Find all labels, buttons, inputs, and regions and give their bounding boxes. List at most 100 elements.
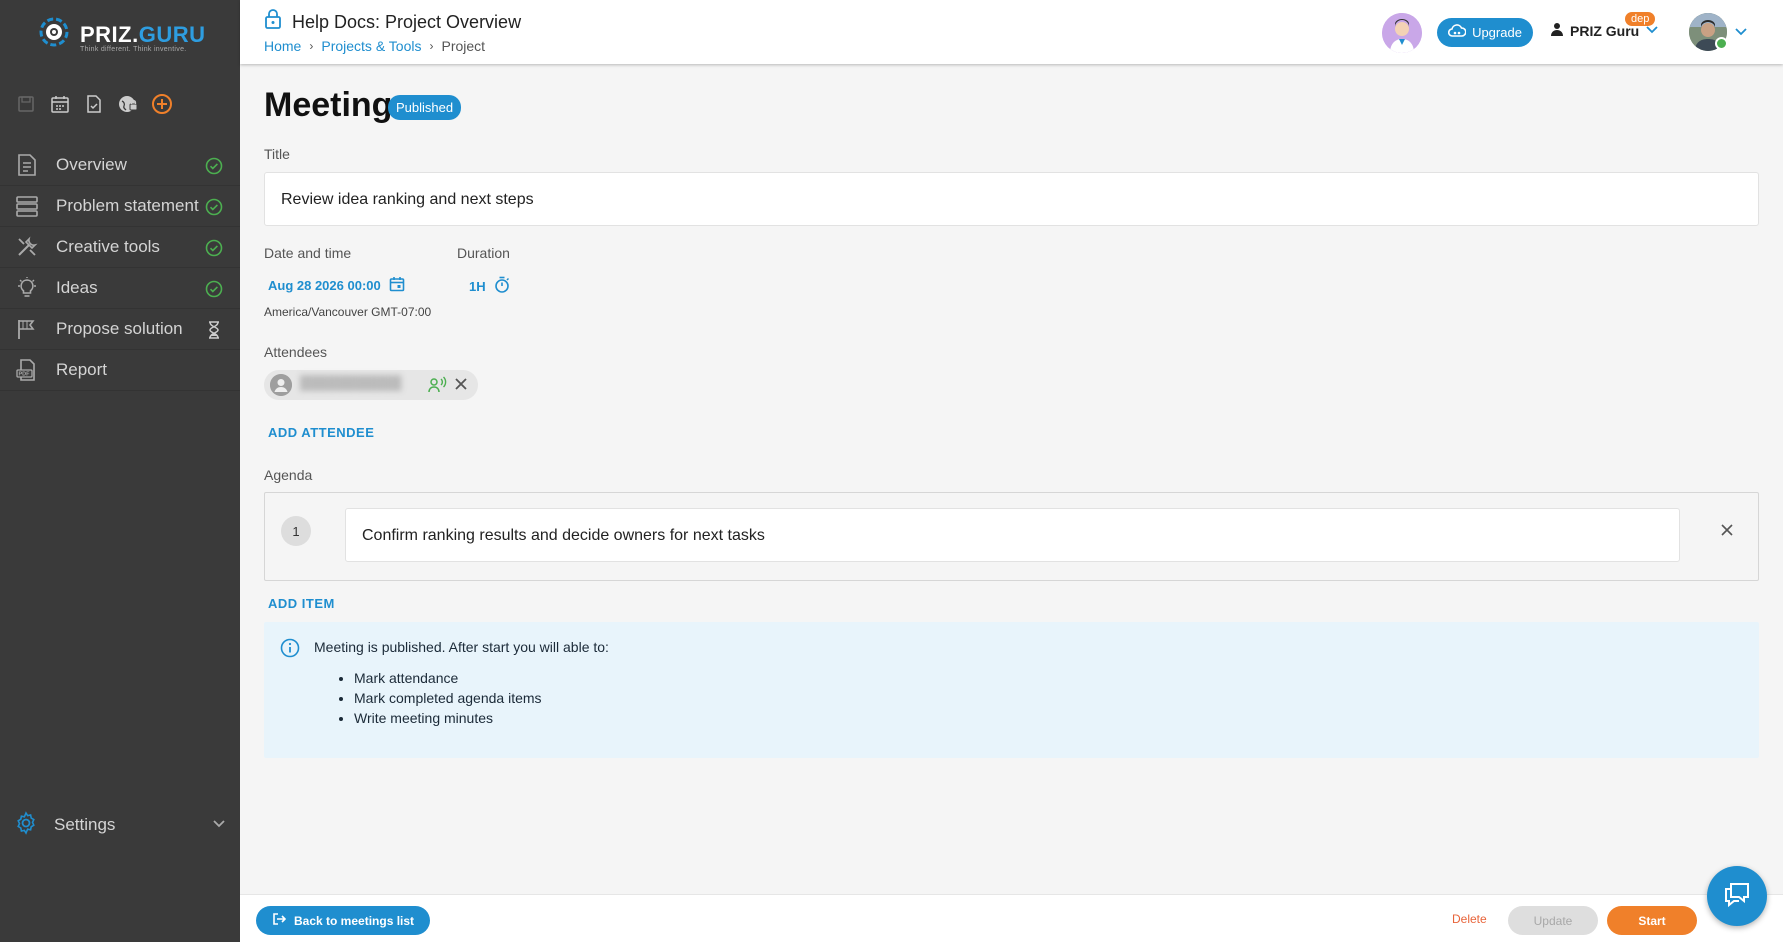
gear-icon: [14, 810, 38, 840]
env-badge: dep: [1625, 12, 1656, 26]
list-item: Write meeting minutes: [354, 708, 542, 728]
duration-picker[interactable]: 1H: [469, 276, 510, 296]
person-avatar-icon: [270, 374, 292, 396]
meeting-form: Meeting Published Title Review idea rank…: [240, 64, 1783, 894]
agenda-item-number: 1: [281, 516, 311, 546]
agenda-label: Agenda: [264, 467, 313, 483]
add-item-button[interactable]: ADD ITEM: [268, 596, 335, 611]
sidebar-item-creative-tools[interactable]: Creative tools: [0, 227, 240, 268]
delete-button[interactable]: Delete: [1452, 912, 1487, 926]
title-input[interactable]: Review idea ranking and next steps: [264, 172, 1759, 226]
chevron-right-icon: ›: [429, 39, 434, 53]
check-circle-icon: [204, 279, 224, 299]
flag-icon: [14, 316, 40, 342]
sidebar-item-report[interactable]: PDF Report: [0, 350, 240, 391]
list-item: Mark attendance: [354, 668, 542, 688]
timezone: America/Vancouver GMT-07:00: [264, 305, 432, 319]
action-bar: Back to meetings list Delete Update Star…: [240, 894, 1783, 942]
lock-icon: [264, 8, 282, 35]
task-doc-icon[interactable]: [82, 92, 106, 116]
chevron-down-icon[interactable]: [212, 816, 226, 835]
person-icon: [1550, 22, 1564, 39]
lightbulb-icon: [14, 275, 40, 301]
list-item: Mark completed agenda items: [354, 688, 542, 708]
quick-actions: [14, 92, 174, 116]
start-button[interactable]: Start: [1607, 906, 1697, 935]
breadcrumb: Home › Projects & Tools › Project: [264, 38, 485, 54]
tools-icon: [14, 234, 40, 260]
duration-value: 1H: [469, 278, 486, 294]
timer-icon: [494, 276, 510, 296]
logo-tagline: Think different. Think inventive.: [80, 46, 187, 53]
globe-lock-icon[interactable]: [116, 92, 140, 116]
sidebar-item-label: Creative tools: [56, 237, 160, 256]
check-circle-icon: [204, 156, 224, 176]
sidebar-item-label: Problem statement: [56, 196, 199, 215]
title-label: Title: [264, 146, 290, 162]
voice-icon[interactable]: [428, 376, 448, 399]
close-icon[interactable]: [454, 377, 468, 396]
check-circle-icon: [204, 197, 224, 217]
attendee-name: ███████████: [300, 375, 402, 390]
chat-button[interactable]: [1707, 866, 1767, 926]
update-button[interactable]: Update: [1508, 906, 1598, 935]
sidebar-item-label: Overview: [56, 155, 127, 174]
upgrade-label: Upgrade: [1472, 25, 1522, 40]
datetime-picker[interactable]: Aug 28 2026 00:00: [268, 276, 405, 295]
sidebar-item-label: Propose solution: [56, 319, 183, 338]
chevron-right-icon: ›: [309, 39, 314, 53]
agenda-list: 1 Confirm ranking results and decide own…: [264, 492, 1759, 581]
sidebar-item-settings[interactable]: Settings: [14, 810, 226, 840]
datetime-label: Date and time: [264, 245, 352, 261]
online-status-icon: [1715, 37, 1728, 50]
calendar-icon[interactable]: [48, 92, 72, 116]
logo-text: PRIZ.GURU: [80, 22, 206, 47]
datetime-value: Aug 28 2026 00:00: [268, 278, 381, 293]
back-label: Back to meetings list: [294, 913, 415, 928]
breadcrumb-current: Project: [441, 38, 486, 54]
breadcrumb-projects[interactable]: Projects & Tools: [321, 38, 421, 54]
sidebar-item-propose-solution[interactable]: Propose solution: [0, 309, 240, 350]
agenda-item-input[interactable]: Confirm ranking results and decide owner…: [345, 508, 1680, 562]
attendees-label: Attendees: [264, 344, 328, 360]
add-circle-icon[interactable]: [150, 92, 174, 116]
status-badge: Published: [388, 95, 462, 120]
sidebar-item-label: Ideas: [56, 278, 98, 297]
back-to-meetings-button[interactable]: Back to meetings list: [256, 906, 431, 935]
sidebar-item-problem-statement[interactable]: Problem statement: [0, 186, 240, 227]
top-bar: Help Docs: Project Overview Home › Proje…: [240, 0, 1783, 64]
settings-label: Settings: [54, 815, 116, 834]
sidebar: PRIZ.GURU Think different. Think inventi…: [0, 0, 240, 942]
close-icon[interactable]: [1720, 523, 1734, 542]
logo[interactable]: PRIZ.GURU Think different. Think inventi…: [36, 10, 216, 56]
breadcrumb-home[interactable]: Home: [264, 38, 301, 54]
exit-icon: [272, 912, 287, 929]
sidebar-item-label: Report: [56, 360, 108, 379]
logo-icon: [39, 17, 69, 47]
assistant-avatar[interactable]: [1382, 13, 1422, 53]
calendar-icon: [389, 276, 405, 295]
meeting-heading: Meeting: [264, 86, 393, 124]
hourglass-icon: [204, 320, 224, 340]
info-text: Meeting is published. After start you wi…: [314, 639, 609, 655]
check-circle-icon: [204, 238, 224, 258]
chat-icon: [1722, 879, 1752, 914]
upgrade-button[interactable]: Upgrade: [1437, 18, 1533, 47]
info-banner: Meeting is published. After start you wi…: [264, 622, 1759, 758]
page-title: Help Docs: Project Overview: [292, 12, 522, 32]
chevron-down-icon[interactable]: [1734, 24, 1748, 43]
attendee-chip[interactable]: ███████████: [264, 370, 478, 400]
pdf-icon: PDF: [14, 357, 40, 383]
duration-label: Duration: [457, 245, 510, 261]
stack-icon: [14, 193, 40, 219]
document-icon: [14, 152, 40, 178]
sidebar-item-ideas[interactable]: Ideas: [0, 268, 240, 309]
sidebar-item-overview[interactable]: Overview: [0, 145, 240, 186]
info-list: Mark attendance Mark completed agenda it…: [354, 668, 542, 728]
info-icon: [280, 638, 300, 663]
save-icon[interactable]: [14, 92, 38, 116]
add-attendee-button[interactable]: ADD ATTENDEE: [268, 425, 374, 440]
sidebar-nav: Overview Problem statement Creative tool…: [0, 145, 240, 391]
cloud-icon: [1448, 24, 1467, 41]
svg-text:PDF: PDF: [19, 372, 31, 378]
